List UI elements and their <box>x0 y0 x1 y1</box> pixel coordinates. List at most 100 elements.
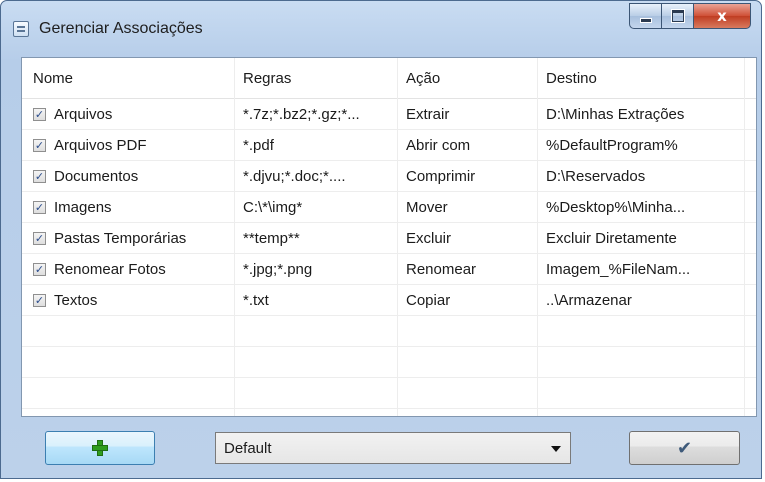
cell-regras: **temp** <box>234 223 397 254</box>
cell-acao: Excluir <box>397 223 537 254</box>
table-row[interactable]: ✓ Renomear Fotos *.jpg;*.png Renomear Imagem… <box>22 254 756 285</box>
minimize-button[interactable] <box>629 3 661 29</box>
cell-text: Abrir com <box>406 137 471 154</box>
cell-text: ..\Armazenar <box>546 292 632 309</box>
cell-text: **temp** <box>243 230 300 247</box>
cell-text: *.jpg;*.png <box>243 261 313 278</box>
cell-text: *.pdf <box>243 137 274 154</box>
column-divider <box>234 58 235 416</box>
row-divider <box>22 408 756 409</box>
bottom-bar: Default ✔ <box>1 419 761 479</box>
close-icon: x <box>717 7 727 25</box>
cell-text: Imagem_%FileNam... <box>546 261 691 278</box>
cell-destino: ..\Armazenar <box>537 285 744 316</box>
table-row[interactable]: ✓ Textos *.txt Copiar ..\Armazenar <box>22 285 756 316</box>
minimize-icon <box>639 17 652 23</box>
profile-select-value: Default <box>224 440 272 457</box>
window-title: Gerenciar Associações <box>39 20 203 37</box>
list-header: Nome Regras Ação Destino <box>22 58 756 99</box>
cell-text: Documentos <box>54 168 139 185</box>
close-button[interactable]: x <box>693 3 751 29</box>
column-divider <box>397 58 398 416</box>
cell-text: *.7z;*.bz2;*.gz;*... <box>243 106 360 123</box>
column-header-filler <box>744 58 756 98</box>
cell-text: Excluir Diretamente <box>546 230 677 247</box>
list-rows: ✓ Arquivos *.7z;*.bz2;*.gz;*... Extrair D:\M… <box>22 99 756 409</box>
table-row[interactable]: ✓ Imagens C:\*\img* Mover %Desktop%\Minha... <box>22 192 756 223</box>
check-icon: ✔ <box>676 437 693 459</box>
column-divider <box>537 58 538 416</box>
cell-text: Pastas Temporárias <box>54 230 187 247</box>
cell-destino: %DefaultProgram% <box>537 130 744 161</box>
column-header-acao[interactable]: Ação <box>397 58 537 98</box>
cell-text: D:\Reservados <box>546 168 646 185</box>
cell-nome: ✓ Arquivos PDF <box>22 130 234 161</box>
cell-text: Imagens <box>54 199 112 216</box>
table-row[interactable]: ✓ Arquivos PDF *.pdf Abrir com %DefaultProgr… <box>22 130 756 161</box>
cell-nome: ✓ Documentos <box>22 161 234 192</box>
add-association-button[interactable] <box>45 431 155 465</box>
row-checkbox[interactable]: ✓ <box>33 108 46 121</box>
row-checkbox[interactable]: ✓ <box>33 139 46 152</box>
cell-destino: D:\Minhas Extrações <box>537 99 744 130</box>
cell-text: Arquivos PDF <box>54 137 147 154</box>
title-bar[interactable]: Gerenciar Associações x <box>1 1 761 53</box>
cell-destino: %Desktop%\Minha... <box>537 192 744 223</box>
table-row[interactable]: ✓ Documentos *.djvu;*.doc;*.... Comprimir D:… <box>22 161 756 192</box>
cell-nome: ✓ Imagens <box>22 192 234 223</box>
cell-acao: Copiar <box>397 285 537 316</box>
cell-destino: Excluir Diretamente <box>537 223 744 254</box>
list-icon <box>13 21 29 37</box>
column-header-regras[interactable]: Regras <box>234 58 397 98</box>
table-row[interactable]: ✓ Arquivos *.7z;*.bz2;*.gz;*... Extrair D:\M… <box>22 99 756 130</box>
cell-text: *.djvu;*.doc;*.... <box>243 168 346 185</box>
cell-text: Renomear Fotos <box>54 261 166 278</box>
cell-text: Arquivos <box>54 106 113 123</box>
cell-text: *.txt <box>243 292 269 309</box>
empty-row <box>22 316 756 347</box>
cell-text: Extrair <box>406 106 450 123</box>
cell-text: C:\*\img* <box>243 199 303 216</box>
manage-associations-window: Gerenciar Associações x Nome Regras Ação… <box>0 0 762 479</box>
column-header-nome[interactable]: Nome <box>22 58 234 98</box>
cell-acao: Renomear <box>397 254 537 285</box>
cell-text: Copiar <box>406 292 451 309</box>
maximize-icon <box>671 10 684 22</box>
row-checkbox[interactable]: ✓ <box>33 263 46 276</box>
cell-destino: D:\Reservados <box>537 161 744 192</box>
plus-icon <box>92 440 108 456</box>
cell-nome: ✓ Pastas Temporárias <box>22 223 234 254</box>
cell-nome: ✓ Textos <box>22 285 234 316</box>
cell-acao: Mover <box>397 192 537 223</box>
chevron-down-icon <box>551 446 561 452</box>
cell-destino: Imagem_%FileNam... <box>537 254 744 285</box>
row-checkbox[interactable]: ✓ <box>33 201 46 214</box>
cell-acao: Abrir com <box>397 130 537 161</box>
row-checkbox[interactable]: ✓ <box>33 294 46 307</box>
table-row[interactable]: ✓ Pastas Temporárias **temp** Excluir Exclui… <box>22 223 756 254</box>
cell-text: Comprimir <box>406 168 476 185</box>
maximize-button[interactable] <box>661 3 693 29</box>
cell-nome: ✓ Arquivos <box>22 99 234 130</box>
row-checkbox[interactable]: ✓ <box>33 232 46 245</box>
cell-text: Mover <box>406 199 448 216</box>
associations-list[interactable]: Nome Regras Ação Destino ✓ Arquivos *.7z;*… <box>21 57 757 417</box>
cell-regras: *.7z;*.bz2;*.gz;*... <box>234 99 397 130</box>
window-controls: x <box>629 3 751 29</box>
cell-acao: Comprimir <box>397 161 537 192</box>
ok-button[interactable]: ✔ <box>629 431 740 465</box>
cell-regras: C:\*\img* <box>234 192 397 223</box>
profile-select[interactable]: Default <box>215 432 571 464</box>
cell-text: Renomear <box>406 261 477 278</box>
cell-text: D:\Minhas Extrações <box>546 106 685 123</box>
empty-row <box>22 378 756 409</box>
cell-text: %Desktop%\Minha... <box>546 199 686 216</box>
column-header-destino[interactable]: Destino <box>537 58 744 98</box>
cell-text: %DefaultProgram% <box>546 137 678 154</box>
column-divider <box>744 58 745 416</box>
row-checkbox[interactable]: ✓ <box>33 170 46 183</box>
cell-regras: *.jpg;*.png <box>234 254 397 285</box>
cell-text: Excluir <box>406 230 452 247</box>
cell-nome: ✓ Renomear Fotos <box>22 254 234 285</box>
cell-acao: Extrair <box>397 99 537 130</box>
